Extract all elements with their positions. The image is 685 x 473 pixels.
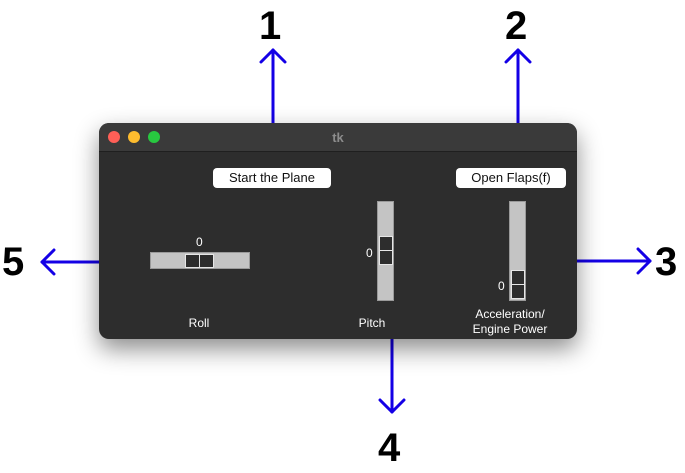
window-title: tk [332,130,344,145]
callout-1: 1 [259,4,282,48]
callout-3: 3 [655,240,678,284]
start-plane-button[interactable]: Start the Plane [213,168,331,188]
acceleration-slider[interactable] [509,201,526,301]
roll-slider-handle-right[interactable] [199,254,214,268]
acceleration-label-line1: Acceleration/ [475,307,545,321]
roll-value: 0 [196,235,203,249]
roll-slider-handle-left[interactable] [185,254,200,268]
acceleration-label: Acceleration/ Engine Power [455,307,565,337]
callout-4: 4 [378,426,401,470]
roll-label: Roll [188,316,210,330]
acceleration-label-line2: Engine Power [472,322,548,336]
acceleration-value: 0 [498,279,505,293]
pitch-value: 0 [366,246,373,260]
acceleration-slider-handle-top[interactable] [511,270,525,285]
app-window: tk Start the Plane Open Flaps(f) 0 Roll … [99,123,577,339]
callout-5: 5 [2,240,25,284]
acceleration-slider-handle-bottom[interactable] [511,284,525,299]
pitch-slider-handle-top[interactable] [379,236,393,251]
pitch-label: Pitch [358,316,386,330]
pitch-slider-handle-bottom[interactable] [379,250,393,265]
open-flaps-button[interactable]: Open Flaps(f) [456,168,566,188]
pitch-slider[interactable] [377,201,394,301]
roll-slider[interactable] [150,252,250,269]
title-bar: tk [99,123,577,152]
callout-2: 2 [505,4,528,48]
